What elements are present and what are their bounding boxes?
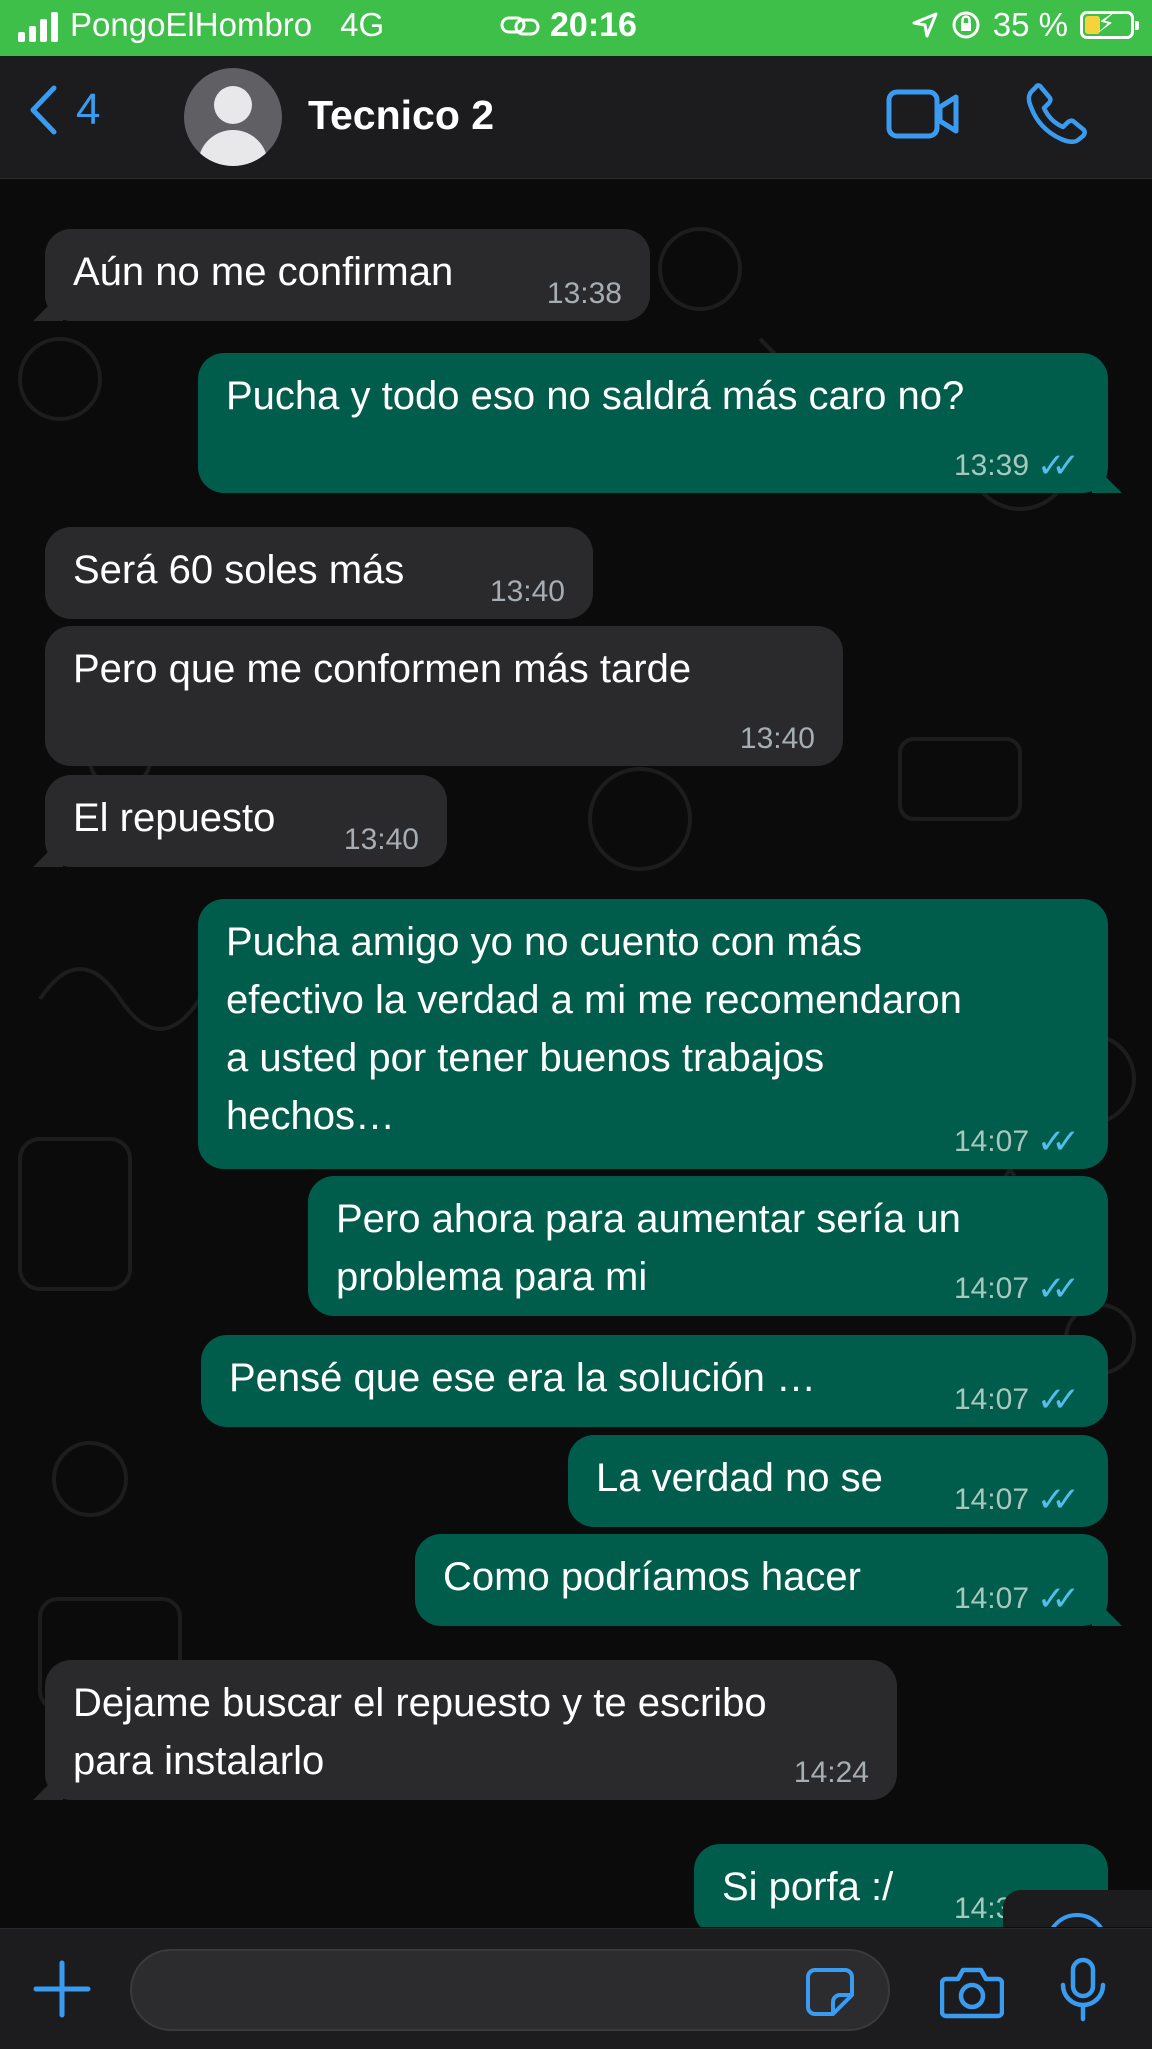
read-receipt-icon: ✓✓ (1037, 1580, 1080, 1618)
timestamp-text: 14:07 (953, 1383, 1030, 1416)
video-call-button[interactable] (886, 88, 960, 145)
message-timestamp: 13:40 (344, 825, 419, 855)
link-icon (500, 16, 540, 35)
timestamp-text: 14:07 (953, 1125, 1030, 1158)
microphone-icon (1060, 1957, 1106, 2022)
incoming-message[interactable]: El repuesto 13:40 (33, 775, 447, 867)
read-receipt-icon: ✓✓ (1037, 1381, 1080, 1419)
message-timestamp: 14:07 ✓✓ (953, 1481, 1080, 1519)
message-timestamp: 13:39 ✓✓ (953, 447, 1080, 485)
read-receipt-icon: ✓✓ (1037, 1270, 1080, 1308)
timestamp-text: 14:24 (793, 1756, 869, 1789)
message-text: efectivo la verdad a mi me recomendaron (226, 978, 962, 1022)
message-timestamp: 13:40 (490, 577, 565, 607)
message-timestamp: 13:38 (547, 279, 622, 309)
unread-count: 4 (76, 85, 101, 134)
camera-button[interactable] (939, 1965, 1005, 2024)
status-right: 35 % ⚡ (911, 6, 1139, 44)
status-center: 20:16 (500, 6, 637, 45)
status-left: PongoElHombro 4G (18, 6, 384, 44)
message-timestamp: 14:07 ✓✓ (953, 1381, 1080, 1419)
incoming-message[interactable]: Será 60 soles más 13:40 (45, 527, 593, 619)
message-text: Pero ahora para aumentar sería un (336, 1197, 961, 1241)
back-button[interactable]: 4 (28, 84, 100, 136)
incoming-message[interactable]: Dejame buscar el repuesto y te escribo pa… (33, 1660, 897, 1800)
clock: 20:16 (550, 6, 637, 44)
message-text: Dejame buscar el repuesto y te escribo (73, 1681, 767, 1725)
attach-button[interactable] (30, 1957, 94, 2026)
phone-icon (1026, 83, 1087, 145)
avatar-head (214, 86, 252, 124)
outgoing-message[interactable]: Pero ahora para aumentar sería un problem… (308, 1176, 1108, 1316)
message-text: Aún no me confirman (73, 250, 454, 294)
contact-name[interactable]: Tecnico 2 (308, 92, 494, 139)
plus-icon (33, 1960, 91, 2018)
battery-percent: 35 % (992, 6, 1068, 43)
avatar-body (198, 130, 268, 166)
scroll-to-bottom-button[interactable] (1003, 1890, 1152, 1927)
message-list[interactable]: Aún no me confirman 13:38 Pucha y todo eso… (0, 179, 1152, 1927)
timestamp-text: 14:07 (953, 1483, 1030, 1516)
timestamp-text: 13:39 (953, 449, 1030, 482)
carrier-name: PongoElHombro (70, 6, 313, 43)
outgoing-message[interactable]: Pucha amigo yo no cuento con más efectivo… (198, 899, 1108, 1169)
message-text: Pucha y todo eso no saldrá más caro no? (226, 374, 965, 418)
timestamp-text: 14:07 (953, 1582, 1030, 1615)
message-input[interactable] (130, 1949, 890, 2031)
rotation-lock-icon (952, 11, 980, 39)
voice-call-button[interactable] (1026, 82, 1088, 149)
message-timestamp: 14:07 ✓✓ (953, 1270, 1080, 1308)
sticker-button[interactable] (805, 1967, 855, 2022)
read-receipt-icon: ✓✓ (1037, 1123, 1080, 1161)
outgoing-message[interactable]: Pucha y todo eso no saldrá más caro no? 1… (198, 353, 1122, 493)
outgoing-message[interactable]: Como podríamos hacer 14:07 ✓✓ (415, 1534, 1122, 1626)
chevron-down-circle-icon (1051, 1913, 1103, 1927)
charging-bolt-icon: ⚡ (1097, 8, 1116, 38)
voice-note-button[interactable] (1058, 1957, 1108, 2028)
video-camera-icon (886, 89, 959, 139)
chevron-left-icon (30, 85, 57, 135)
read-receipt-icon: ✓✓ (1037, 447, 1080, 485)
message-timestamp: 14:07 ✓✓ (953, 1123, 1080, 1161)
input-bar (0, 1928, 1152, 2049)
read-receipt-icon: ✓✓ (1037, 1481, 1080, 1519)
location-arrow-icon (912, 12, 938, 38)
message-text: Pucha amigo yo no cuento con más (226, 920, 862, 964)
timestamp-text: 13:40 (489, 575, 565, 608)
timestamp-text: 13:40 (739, 722, 815, 755)
signal-icon (18, 8, 58, 42)
message-text: para instalarlo (73, 1739, 325, 1783)
network-type: 4G (340, 6, 385, 43)
message-text: hechos… (226, 1094, 395, 1138)
message-text: Pensé que ese era la solución … (229, 1356, 817, 1400)
timestamp-text: 13:38 (546, 277, 622, 310)
message-timestamp: 14:24 (794, 1758, 869, 1788)
status-bar: PongoElHombro 4G 20:16 35 % ⚡ (0, 0, 1152, 56)
outgoing-message[interactable]: Pensé que ese era la solución … 14:07 ✓✓ (201, 1335, 1108, 1427)
incoming-message[interactable]: Aún no me confirman 13:38 (33, 229, 650, 321)
avatar[interactable] (184, 68, 282, 166)
message-text: Pero que me conformen más tarde (73, 647, 692, 691)
timestamp-text: 13:40 (343, 823, 419, 856)
chat-header: 4 Tecnico 2 (0, 56, 1152, 179)
timestamp-text: 14:07 (953, 1272, 1030, 1305)
outgoing-message[interactable]: La verdad no se 14:07 ✓✓ (568, 1435, 1108, 1527)
battery-icon: ⚡ (1080, 8, 1139, 39)
message-text: a usted por tener buenos trabajos (226, 1036, 825, 1080)
sticker-icon (806, 1968, 854, 2016)
message-timestamp: 14:07 ✓✓ (953, 1580, 1080, 1618)
camera-icon (939, 1967, 1005, 2019)
message-timestamp: 13:40 (740, 724, 815, 754)
incoming-message[interactable]: Pero que me conformen más tarde 13:40 (45, 626, 843, 766)
